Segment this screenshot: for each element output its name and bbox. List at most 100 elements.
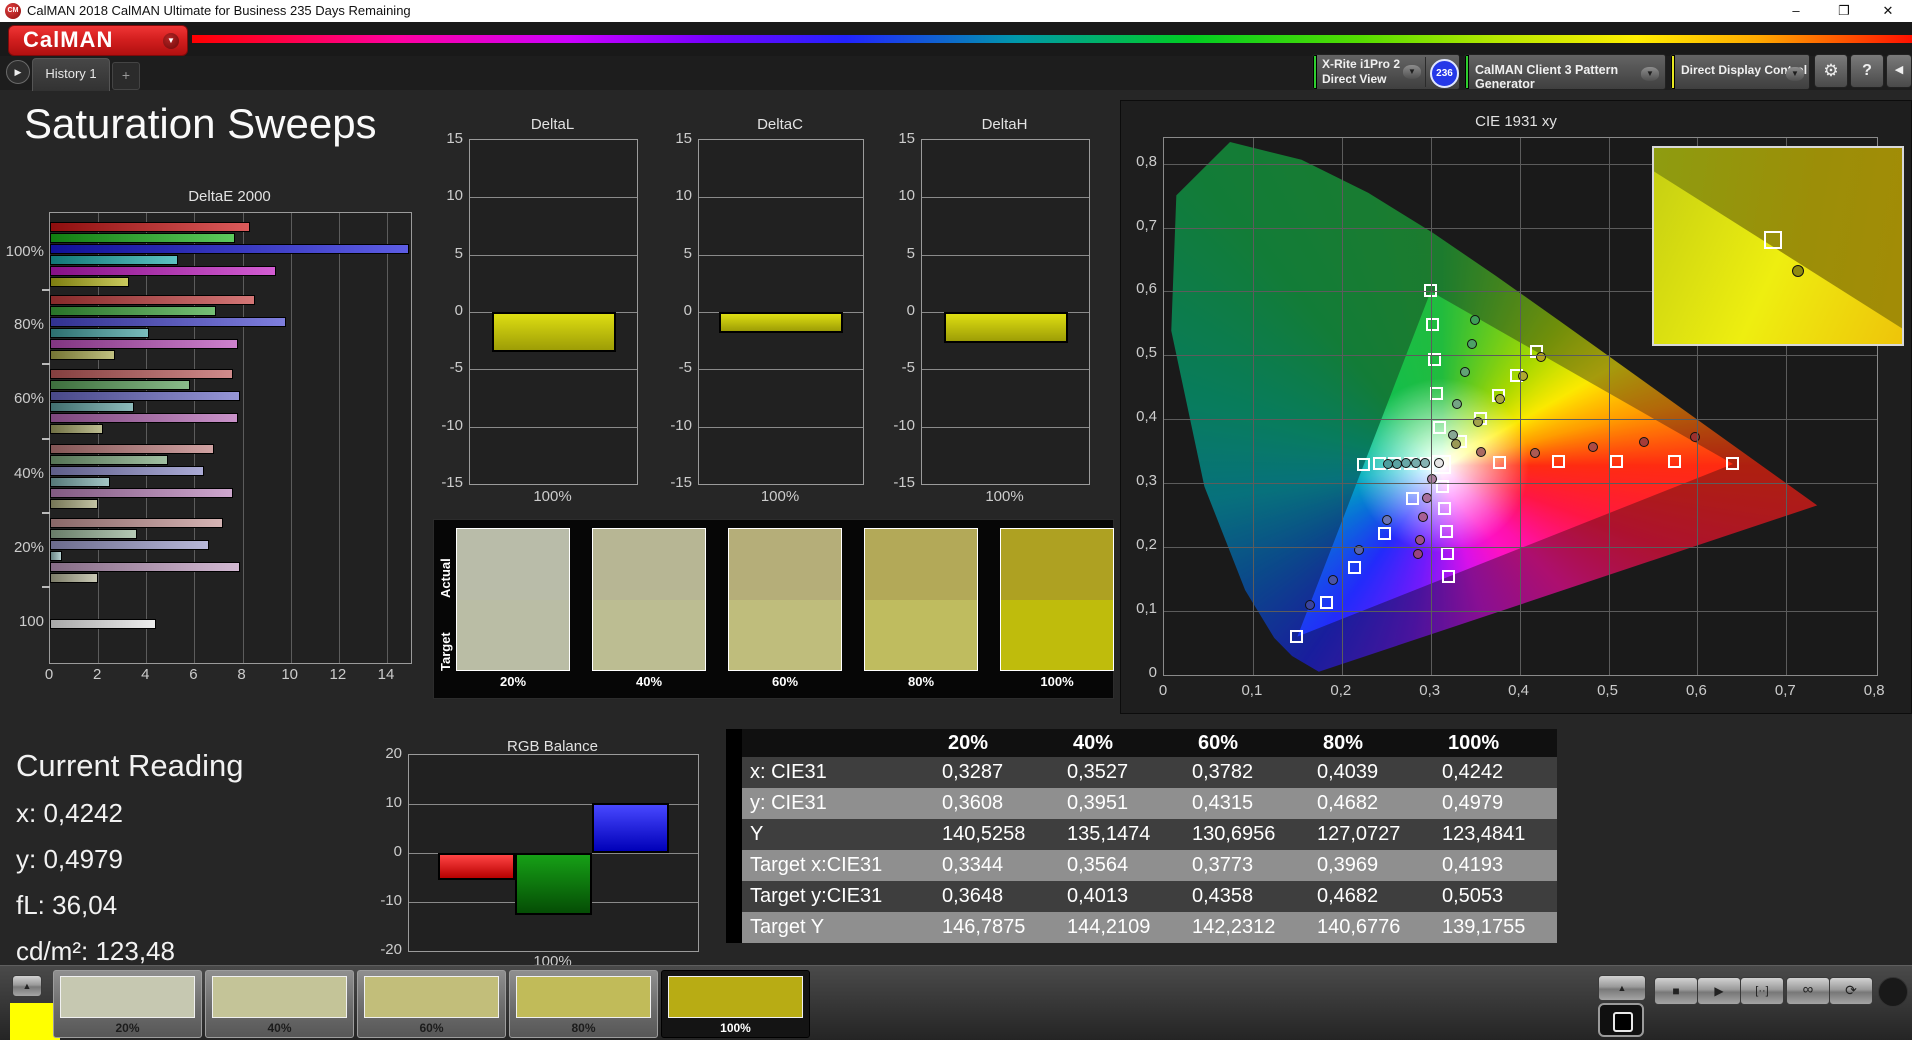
deltae-category-label: 100%	[5, 243, 44, 260]
deltal-chart	[469, 139, 638, 485]
table-left-strip	[726, 729, 742, 943]
minimize-button[interactable]: –	[1776, 0, 1816, 22]
stop-button[interactable]: ■	[1654, 977, 1698, 1005]
pattern-card-40%[interactable]: 40%	[205, 970, 354, 1038]
table-cell: 0,3608	[942, 792, 1004, 814]
table-header-cell: 60%	[1198, 731, 1239, 754]
play-button[interactable]: ▶	[1697, 977, 1741, 1005]
table-cell: 139,1755	[1442, 916, 1526, 938]
help-button[interactable]: ?	[1850, 54, 1884, 88]
deltae-bar-magenta-80%	[50, 339, 238, 349]
pattern-card-60%[interactable]: 60%	[357, 970, 506, 1038]
table-header-cell	[742, 729, 928, 757]
deltae-bar-cyan-60%	[50, 402, 135, 412]
table-cell: 0,4013	[1067, 885, 1129, 907]
pattern-card-swatch	[668, 976, 803, 1018]
deltal-y-tick: -15	[441, 474, 463, 491]
deltae-chart	[49, 212, 412, 664]
deltah-y-tick: -15	[893, 474, 915, 491]
axis-tick	[42, 363, 50, 365]
deltal-y-tick: 5	[454, 244, 463, 262]
gridline	[470, 369, 637, 371]
pattern-card-20%[interactable]: 20%	[53, 970, 202, 1038]
swatch-100%	[1000, 528, 1114, 671]
deltae-bar-yellow-20%	[50, 573, 99, 583]
table-cell: 144,2109	[1067, 916, 1151, 938]
refresh-button[interactable]: ⟳	[1829, 977, 1873, 1005]
swatch-20%	[456, 528, 570, 671]
cie-target-point	[1551, 455, 1565, 469]
actual-row-label: Actual	[438, 558, 453, 598]
swatch-80%	[864, 528, 978, 671]
cie-x-tick: 0,7	[1774, 682, 1796, 699]
arrow-up-icon: ▲	[22, 981, 32, 991]
actual-swatch	[1001, 529, 1113, 600]
deltah-y-tick: 5	[906, 244, 915, 262]
deltae-x-tick: 10	[281, 666, 299, 683]
queue-up-button[interactable]: ▲	[12, 975, 42, 997]
cie-x-tick: 0,1	[1241, 682, 1263, 699]
read-series-button[interactable]: [··]	[1740, 977, 1784, 1005]
deltae-bar-blue-20%	[50, 540, 209, 550]
deltal-x-label: 100%	[533, 488, 572, 505]
table-cell: 0,3344	[942, 854, 1004, 876]
pattern-card-100%[interactable]: 100%	[661, 970, 810, 1038]
actual-target-swatch-panel: Actual Target 20% 40% 60% 80% 100%	[433, 519, 1114, 699]
page-title: Saturation Sweeps	[24, 100, 377, 147]
layout-nav-button[interactable]: ▶	[6, 60, 30, 84]
deltae-x-tick: 14	[377, 666, 395, 683]
meter-count-badge: 236	[1430, 59, 1459, 88]
cie-measured-point	[1639, 436, 1650, 447]
cie-y-tick: 0,6	[1136, 280, 1157, 298]
target-swatch	[457, 599, 569, 670]
gridline	[699, 369, 863, 371]
deltae-bar-yellow-80%	[50, 350, 115, 360]
table-cell: 135,1474	[1067, 823, 1151, 845]
table-cell: 0,4315	[1192, 792, 1254, 814]
deltae-bar-blue-60%	[50, 391, 241, 401]
table-cell: 142,2312	[1192, 916, 1276, 938]
meter-name: X-Rite i1Pro 2	[1322, 57, 1401, 71]
cie-target-point	[1290, 629, 1304, 643]
pattern-card-80%[interactable]: 80%	[509, 970, 658, 1038]
meter-dropdown[interactable]: X-Rite i1Pro 2 Direct View ▼ 236	[1312, 54, 1460, 90]
transport-up-button[interactable]: ▲	[1598, 975, 1646, 1001]
deltae-x-tick: 6	[189, 666, 198, 683]
display-control-dropdown[interactable]: Direct Display Control ▼	[1670, 54, 1810, 90]
calman-menu-button[interactable]: CalMAN ▼	[8, 25, 188, 56]
table-row: y: CIE31 0,3608 0,3951 0,4315 0,4682 0,4979	[742, 788, 1557, 819]
display-status-bar	[1671, 55, 1675, 89]
swatch-column-label: 80%	[907, 674, 935, 689]
table-cell: 140,5258	[942, 823, 1026, 845]
deltae-bar-cyan-20%	[50, 551, 62, 561]
collapse-panel-button[interactable]: ◀	[1886, 54, 1912, 88]
cie-x-tick: 0,6	[1685, 682, 1707, 699]
table-cell: 0,5053	[1442, 885, 1504, 907]
restore-button[interactable]: ❐	[1824, 0, 1864, 22]
swatch-column-label: 60%	[771, 674, 799, 689]
deltae-bar-blue-80%	[50, 317, 286, 327]
window-title: CalMAN 2018 CalMAN Ultimate for Business…	[27, 3, 411, 18]
add-tab-button[interactable]: +	[112, 62, 140, 90]
table-row: Target y:CIE31 0,3648 0,4013 0,4358 0,4682 0,…	[742, 881, 1557, 912]
stop-measure-button[interactable]	[1598, 1003, 1644, 1037]
pattern-generator-dropdown[interactable]: CalMAN Client 3 Pattern Generator ▼	[1464, 54, 1666, 90]
settings-button[interactable]: ⚙	[1814, 54, 1848, 88]
cie-target-point	[1357, 457, 1370, 471]
target-swatch	[865, 599, 977, 670]
actual-swatch	[457, 529, 569, 600]
tab-history-1[interactable]: History 1	[32, 58, 110, 91]
table-cell: 0,3969	[1317, 854, 1379, 876]
deltal-chart-title: DeltaL	[530, 116, 575, 133]
continuous-read-button[interactable]: ∞	[1786, 977, 1830, 1005]
table-cell: 146,7875	[942, 916, 1026, 938]
swatch-40%	[592, 528, 706, 671]
pattern-card-label: 60%	[419, 1021, 444, 1035]
pattern-card-swatch	[516, 976, 651, 1018]
deltah-bar	[943, 312, 1068, 343]
deltae-bar-cyan-80%	[50, 328, 149, 338]
close-button[interactable]: ✕	[1868, 0, 1908, 22]
gridline	[922, 254, 1089, 256]
deltae-bar-magenta-100%	[50, 266, 277, 276]
target-swatch	[729, 599, 841, 670]
